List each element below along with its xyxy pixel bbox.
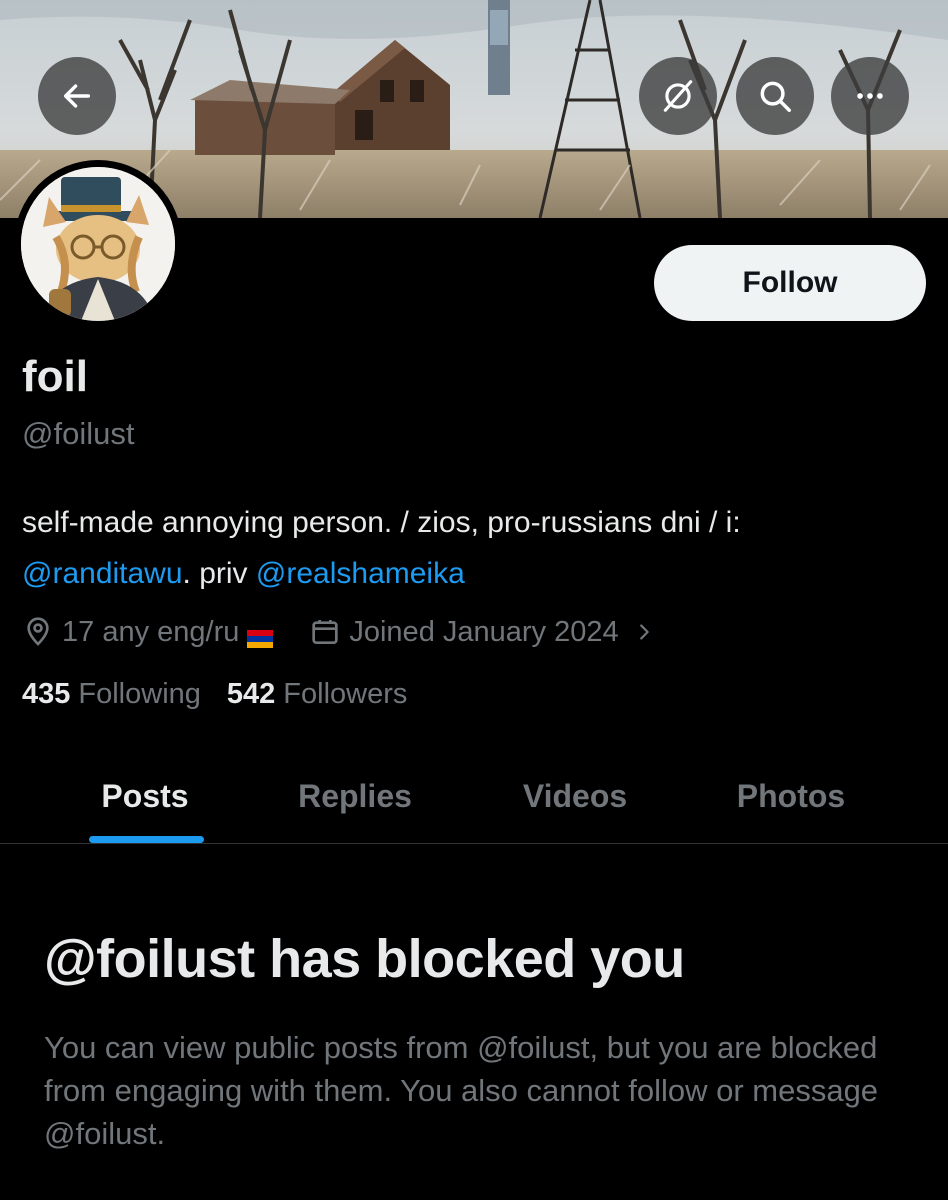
chevron-right-icon: [633, 621, 655, 643]
profile-tabs: Posts Replies Videos Photos: [0, 748, 948, 844]
bio-mention-link[interactable]: @realshameika: [256, 557, 465, 590]
tab-posts[interactable]: Posts: [40, 748, 250, 844]
calendar-icon: [309, 616, 341, 648]
followers-count: 542: [226, 678, 276, 710]
bio-mention-link[interactable]: @randitawu: [22, 557, 183, 590]
profile-meta: 17 any eng/ru Joined January 2024: [22, 610, 655, 654]
following-label: Following: [78, 678, 201, 710]
avatar[interactable]: [14, 160, 182, 328]
blocked-description: You can view public posts from @foilust,…: [44, 1030, 879, 1151]
display-name: foil: [22, 352, 88, 401]
back-button[interactable]: [38, 57, 116, 135]
tab-photos[interactable]: Photos: [686, 748, 896, 844]
arrow-left-icon: [63, 84, 91, 108]
followers-label: Followers: [283, 678, 408, 710]
following-count: 435: [22, 678, 71, 710]
following-stat[interactable]: 435 Following: [22, 678, 201, 711]
search-icon: [760, 81, 791, 112]
profile-bio: self-made annoying person. / zios, pro-r…: [22, 497, 932, 599]
joined-item[interactable]: Joined January 2024: [309, 616, 654, 649]
avatar-image: [21, 167, 175, 321]
location-pin-icon: [22, 616, 54, 648]
more-button[interactable]: [831, 57, 909, 135]
armenia-flag-icon: [247, 623, 274, 648]
follow-button[interactable]: Follow: [654, 245, 926, 321]
tab-videos[interactable]: Videos: [470, 748, 680, 844]
active-tab-indicator: [89, 836, 204, 843]
blocked-title: @foilust has blocked you: [44, 929, 685, 989]
more-horizontal-icon: [857, 93, 883, 99]
tabs-divider: [0, 843, 948, 844]
profile-handle: @foilust: [22, 416, 135, 451]
location-item: 17 any eng/ru: [22, 615, 274, 649]
location-text: 17 any eng/ru: [62, 615, 240, 648]
followers-stat[interactable]: 542 Followers: [227, 678, 407, 711]
profile-page: Follow foil @foilust self-made annoying …: [0, 0, 948, 1200]
bio-text: . priv: [182, 557, 256, 590]
search-button[interactable]: [736, 57, 814, 135]
tab-replies[interactable]: Replies: [250, 748, 460, 844]
share-button[interactable]: [639, 57, 717, 135]
share-off-icon: [663, 80, 693, 112]
joined-text: Joined January 2024: [349, 615, 619, 648]
bio-text: self-made annoying person. / zios, pro-r…: [22, 506, 741, 539]
profile-stats: 435 Following 542 Followers: [22, 678, 407, 711]
